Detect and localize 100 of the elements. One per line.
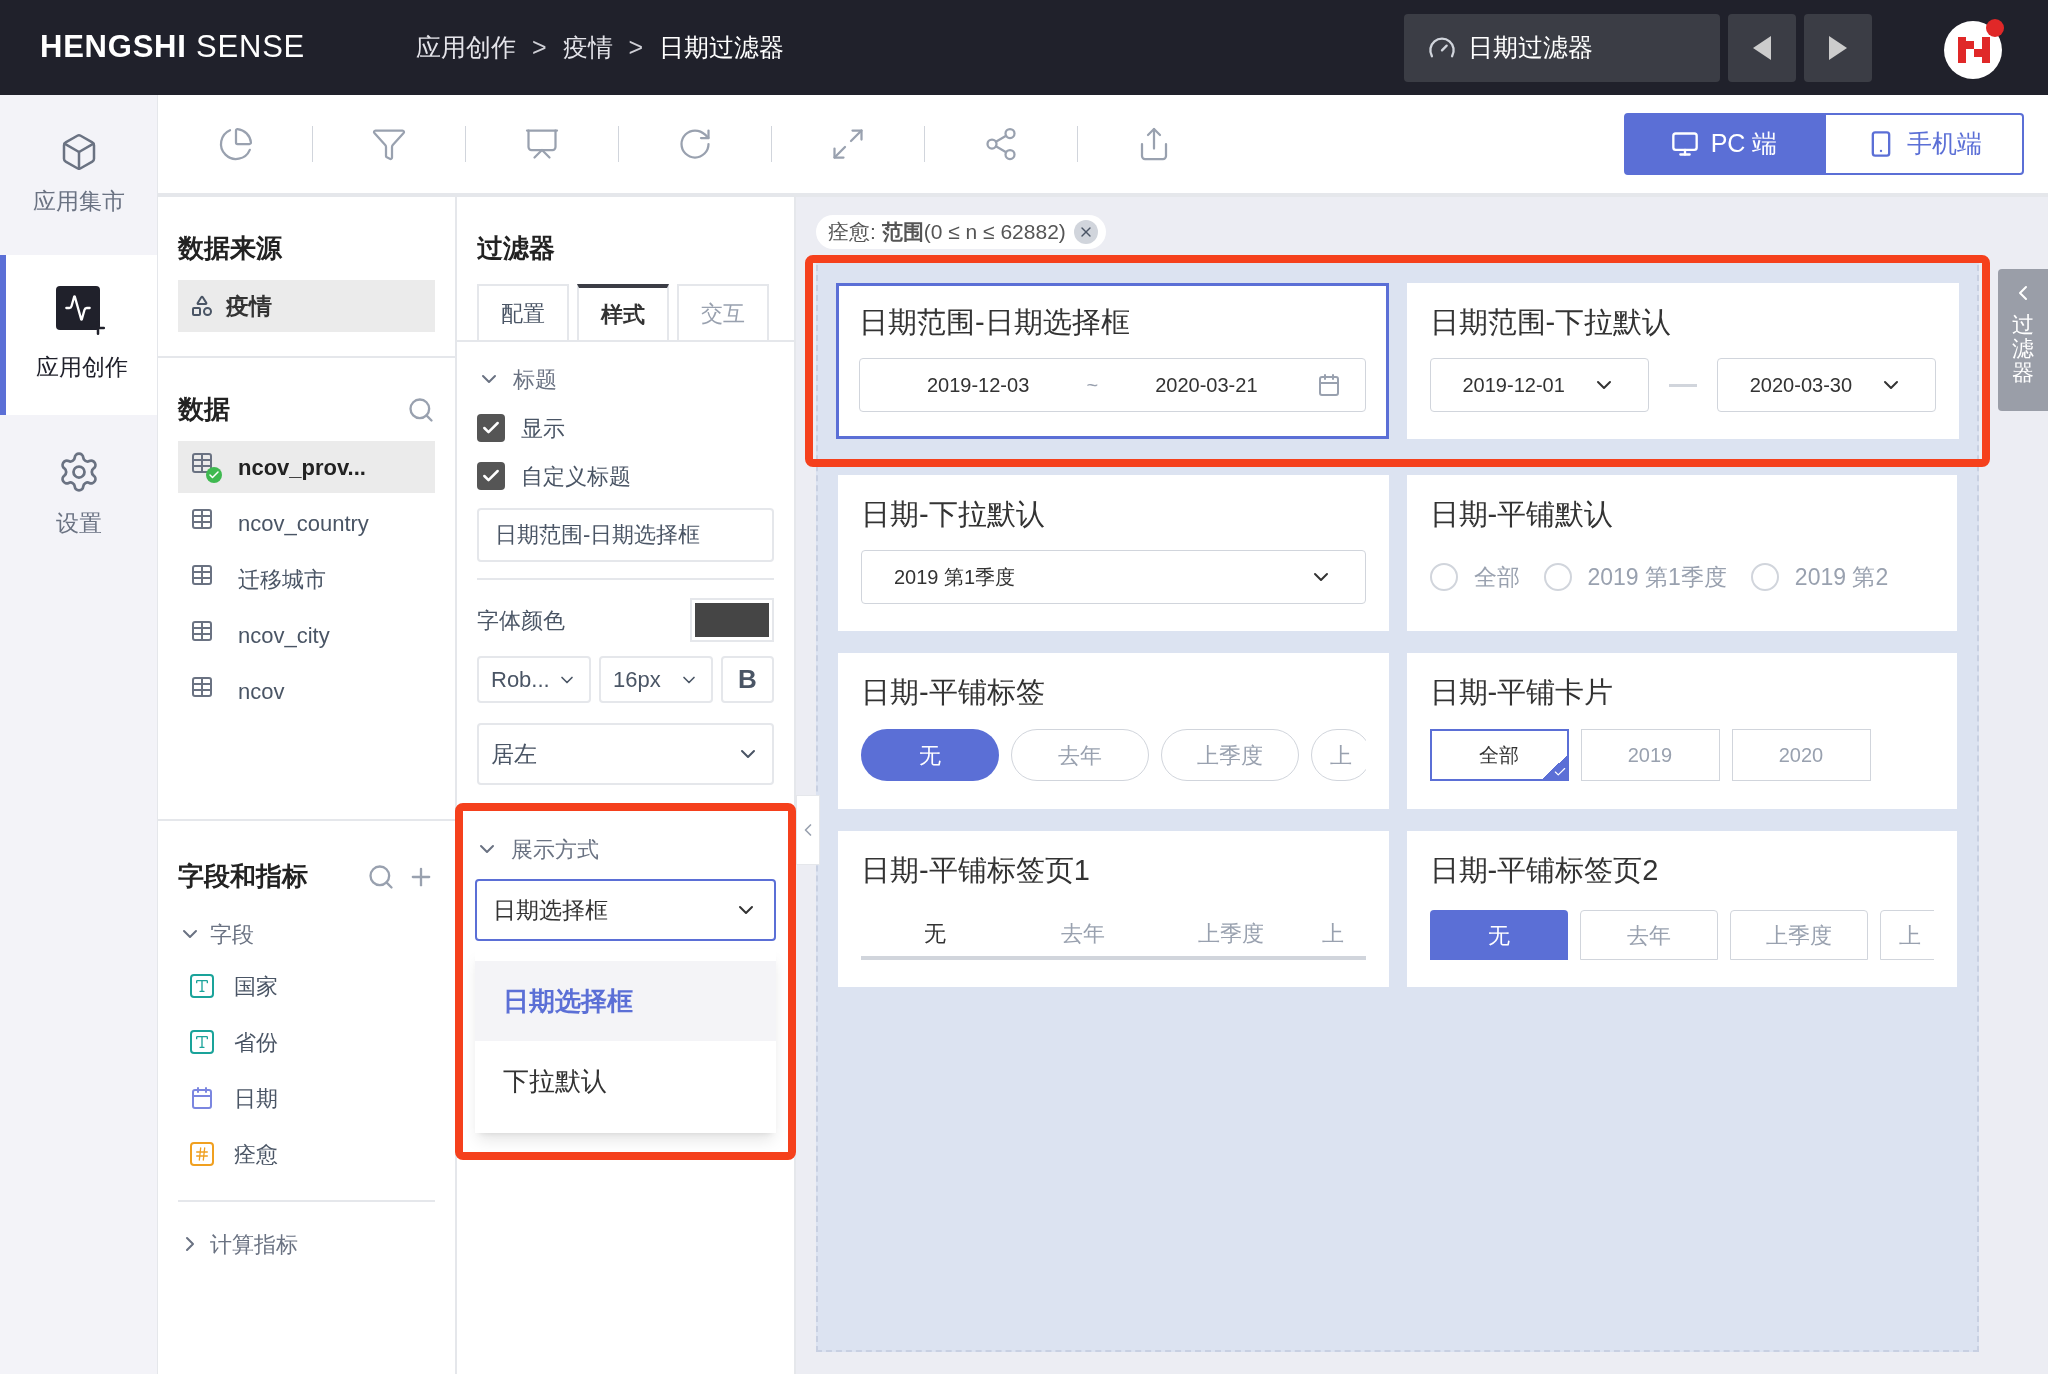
field-item[interactable]: 省份 xyxy=(178,1016,435,1068)
previous-button[interactable] xyxy=(1728,13,1796,82)
next-button[interactable] xyxy=(1804,13,1872,82)
align-select[interactable]: 居左 xyxy=(477,723,774,785)
search-icon[interactable] xyxy=(367,862,395,891)
section-header[interactable]: 标题 xyxy=(477,354,774,404)
card-title: 日期范围-日期选择框 xyxy=(859,305,1131,340)
filter-card[interactable]: 日期范围-下拉默认 2019-12-01 2020-03-30 xyxy=(1406,283,1959,439)
field-group[interactable]: 计算指标 xyxy=(178,1222,435,1266)
table-item[interactable]: ncov_prov... xyxy=(178,441,435,493)
dropdown-option[interactable]: 下拉默认 xyxy=(475,1041,776,1121)
checkbox-label: 自定义标题 xyxy=(521,462,631,491)
chart-plus-icon xyxy=(55,285,108,338)
radio-label: 全部 xyxy=(1473,562,1520,592)
card-title: 日期-平铺卡片 xyxy=(1429,675,1615,710)
section-title: 字段和指标 xyxy=(178,860,308,893)
calendar-icon xyxy=(1316,373,1341,397)
filter-chip[interactable]: 痊愈: 范围(0 ≤ n ≤ 62882) xyxy=(816,215,1106,249)
display-mode-select[interactable]: 日期选择框 xyxy=(475,879,776,941)
breadcrumb-separator: > xyxy=(628,31,644,63)
field-item[interactable]: 痊愈 xyxy=(178,1128,435,1180)
section-title: 数据 xyxy=(178,393,230,426)
device-toggle[interactable]: PC 端 xyxy=(1624,113,1824,175)
card-option[interactable]: 全部 xyxy=(1429,729,1569,781)
filter-card[interactable]: 日期-平铺卡片 全部 2019 2020 xyxy=(1406,653,1957,809)
close-icon[interactable] xyxy=(1073,220,1098,244)
section-header[interactable]: 展示方式 xyxy=(475,831,776,867)
start-date-select[interactable]: 2019-12-01 xyxy=(1429,358,1649,412)
table-item[interactable]: ncov xyxy=(178,665,435,717)
dashboard-select[interactable]: 日期过滤器 xyxy=(1404,13,1720,82)
filter-add-icon[interactable] xyxy=(371,126,407,162)
panel-tab[interactable]: 样式 xyxy=(577,284,669,340)
text-type-icon xyxy=(190,974,214,998)
shapes-icon xyxy=(190,294,214,318)
color-swatch[interactable] xyxy=(690,598,774,642)
nav-item[interactable]: 应用集市 xyxy=(0,95,157,255)
breadcrumb-item[interactable]: 应用创作 xyxy=(416,28,516,67)
number-type-icon xyxy=(190,1142,214,1166)
nav-item[interactable]: 应用创作 xyxy=(0,255,157,415)
field-label: 字体颜色 xyxy=(477,606,565,635)
end-date-select[interactable]: 2020-03-30 xyxy=(1716,358,1936,412)
logo[interactable]: HENGSHI SENSE xyxy=(40,24,416,71)
font-family-select[interactable]: Rob... xyxy=(477,656,591,703)
panel-tab[interactable]: 配置 xyxy=(477,284,569,340)
filter-card[interactable]: 日期-下拉默认 2019 第1季度 xyxy=(838,475,1389,631)
radio-button[interactable] xyxy=(1429,563,1458,591)
checkbox-label: 显示 xyxy=(521,414,565,443)
filter-card[interactable]: 日期-平铺标签页2 无 去年 上季度 上 xyxy=(1406,831,1957,987)
nav-item[interactable]: 设置 xyxy=(0,415,157,575)
checkbox[interactable] xyxy=(477,462,505,490)
end-date: 2020-03-21 xyxy=(1154,373,1259,398)
radio-label: 2019 第1季度 xyxy=(1587,562,1727,592)
table-icon xyxy=(190,451,222,483)
dash-icon xyxy=(1668,383,1697,387)
presentation-icon[interactable] xyxy=(524,126,560,162)
font-size-select[interactable]: 16px xyxy=(599,656,713,703)
quarter-select[interactable]: 2019 第1季度 xyxy=(861,550,1366,604)
collapse-handle[interactable] xyxy=(796,795,820,865)
radio-button[interactable] xyxy=(1750,563,1779,591)
field-item[interactable]: 国家 xyxy=(178,960,435,1012)
date-range-field[interactable]: 2019-12-03 ~ 2020-03-21 xyxy=(859,358,1366,412)
device-toggle[interactable]: 手机端 xyxy=(1824,113,2024,175)
card-title: 日期-平铺标签 xyxy=(861,675,1046,710)
breadcrumb-item: 日期过滤器 xyxy=(659,31,785,63)
expand-icon[interactable] xyxy=(830,126,866,162)
refresh-icon[interactable] xyxy=(677,126,713,162)
checkbox[interactable] xyxy=(477,414,505,442)
card-title: 日期-平铺标签页1 xyxy=(861,853,1091,888)
tag-option[interactable]: 无 xyxy=(861,729,999,781)
panel-title: 过滤器 xyxy=(477,233,555,263)
calendar-icon xyxy=(190,1086,214,1110)
search-icon[interactable] xyxy=(407,395,435,424)
field-group[interactable]: 字段 xyxy=(178,912,435,956)
card-title: 日期-下拉默认 xyxy=(861,497,1046,532)
triangle-left-icon xyxy=(1753,35,1771,60)
bold-button[interactable]: B xyxy=(721,656,774,703)
filter-card[interactable]: 日期-平铺标签页1 无 去年 上季度 上 xyxy=(838,831,1389,987)
card-title: 日期-平铺默认 xyxy=(1429,497,1615,532)
card-title: 日期范围-下拉默认 xyxy=(1429,305,1673,340)
table-item[interactable]: ncov_city xyxy=(178,609,435,661)
tab[interactable]: 无 xyxy=(1429,910,1568,960)
filter-card[interactable]: 日期-平铺标签 无 去年 上季度 上 xyxy=(838,653,1389,809)
breadcrumb-item[interactable]: 疫情 xyxy=(562,28,613,67)
filter-card[interactable]: 日期范围-日期选择框 2019-12-03 ~ 2020-03-21 xyxy=(836,283,1389,439)
pie-chart-add-icon[interactable] xyxy=(218,126,254,162)
title-input[interactable]: 日期范围-日期选择框 xyxy=(477,508,774,562)
table-item[interactable]: 迁移城市 xyxy=(178,553,435,605)
radio-label: 2019 第2 xyxy=(1794,562,1889,592)
side-tab-label: 过滤器 xyxy=(2012,313,2034,386)
section-title: 数据来源 xyxy=(178,232,283,265)
field-item[interactable]: 日期 xyxy=(178,1072,435,1124)
data-source-item[interactable]: 疫情 xyxy=(178,280,435,332)
tab[interactable]: 无 xyxy=(861,910,1009,956)
text-type-icon xyxy=(190,1030,214,1054)
card-title: 日期-平铺标签页2 xyxy=(1429,853,1660,888)
dropdown-option[interactable]: 日期选择框 xyxy=(475,961,776,1041)
share-icon[interactable] xyxy=(983,126,1019,162)
table-item[interactable]: ncov_country xyxy=(178,497,435,549)
radio-button[interactable] xyxy=(1543,563,1572,591)
filter-card[interactable]: 日期-平铺默认 全部 2019 第1季度 2019 第2 xyxy=(1406,475,1957,631)
